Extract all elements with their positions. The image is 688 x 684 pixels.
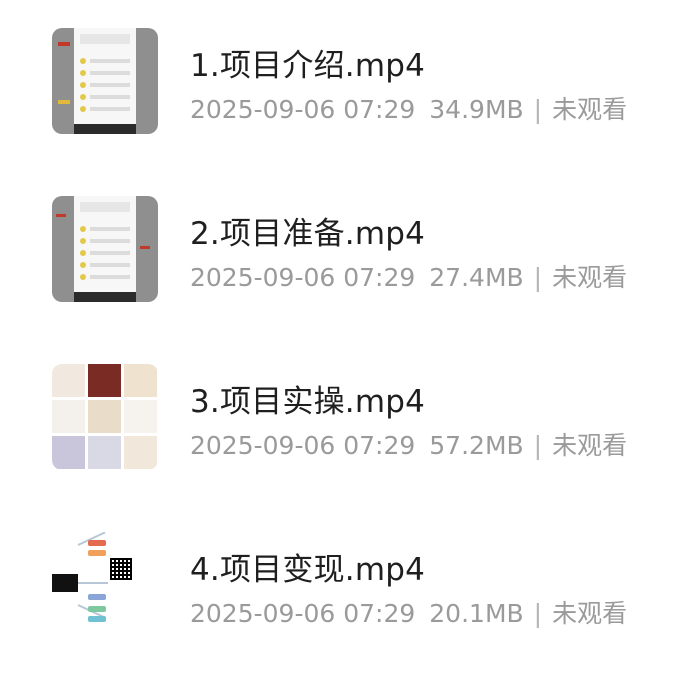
watch-status: 未观看	[552, 599, 628, 628]
video-meta: 2025-09-06 07:29 27.4MB | 未观看	[190, 258, 627, 294]
video-thumbnail[interactable]	[52, 196, 158, 302]
watch-status: 未观看	[552, 263, 628, 292]
list-item[interactable]: 4.项目变现.mp4 2025-09-06 07:29 20.1MB | 未观看	[0, 504, 688, 644]
meta-separator: |	[533, 263, 543, 292]
video-date: 2025-09-06 07:29	[190, 263, 416, 292]
watch-status: 未观看	[552, 431, 628, 460]
video-size: 20.1MB	[429, 599, 524, 628]
video-thumbnail[interactable]	[52, 364, 158, 470]
video-size: 57.2MB	[429, 431, 524, 460]
meta-separator: |	[533, 599, 543, 628]
video-date: 2025-09-06 07:29	[190, 599, 416, 628]
video-thumbnail[interactable]	[52, 532, 158, 638]
watch-status: 未观看	[552, 95, 628, 124]
video-size: 34.9MB	[429, 95, 524, 124]
video-meta: 2025-09-06 07:29 57.2MB | 未观看	[190, 426, 627, 462]
video-meta: 2025-09-06 07:29 34.9MB | 未观看	[190, 90, 627, 126]
list-item[interactable]: 3.项目实操.mp4 2025-09-06 07:29 57.2MB | 未观看	[0, 336, 688, 476]
meta-separator: |	[533, 95, 543, 124]
video-date: 2025-09-06 07:29	[190, 431, 416, 460]
video-size: 27.4MB	[429, 263, 524, 292]
video-title[interactable]: 3.项目实操.mp4	[190, 376, 425, 421]
video-date: 2025-09-06 07:29	[190, 95, 416, 124]
video-thumbnail[interactable]	[52, 28, 158, 134]
video-title[interactable]: 4.项目变现.mp4	[190, 544, 425, 589]
video-title[interactable]: 1.项目介绍.mp4	[190, 40, 425, 85]
list-item[interactable]: 1.项目介绍.mp4 2025-09-06 07:29 34.9MB | 未观看	[0, 0, 688, 140]
list-item[interactable]: 2.项目准备.mp4 2025-09-06 07:29 27.4MB | 未观看	[0, 168, 688, 308]
meta-separator: |	[533, 431, 543, 460]
video-meta: 2025-09-06 07:29 20.1MB | 未观看	[190, 594, 627, 630]
video-title[interactable]: 2.项目准备.mp4	[190, 208, 425, 253]
